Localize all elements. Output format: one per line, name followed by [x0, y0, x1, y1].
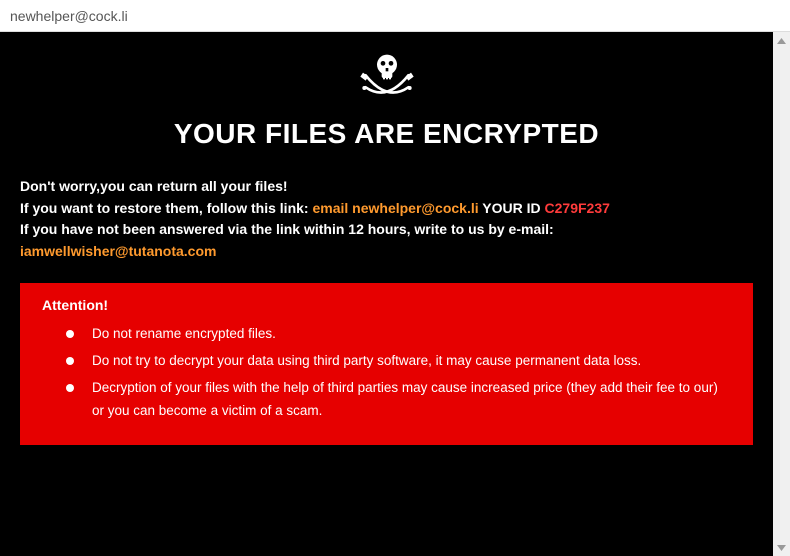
scroll-down-icon[interactable]: [773, 539, 790, 556]
line2-prefix: If you want to restore them, follow this…: [20, 200, 312, 216]
list-item: Do not rename encrypted files.: [72, 323, 731, 346]
scroll-up-icon[interactable]: [773, 32, 790, 49]
contact-email-link: email newhelper@cock.li: [312, 200, 478, 216]
attention-title: Attention!: [42, 297, 731, 313]
content-wrap: YOUR FILES ARE ENCRYPTED Don't worry,you…: [0, 32, 790, 556]
list-item: Decryption of your files with the help o…: [72, 377, 731, 423]
main-heading: YOUR FILES ARE ENCRYPTED: [20, 118, 753, 150]
attention-box: Attention! Do not rename encrypted files…: [20, 283, 753, 445]
intro-text: Don't worry,you can return all your file…: [20, 176, 753, 263]
app-window: newhelper@cock.li: [0, 0, 790, 556]
intro-line-3: If you have not been answered via the li…: [20, 219, 753, 262]
intro-line-2: If you want to restore them, follow this…: [20, 198, 753, 220]
window-title: newhelper@cock.li: [10, 8, 128, 24]
secondary-email: iamwellwisher@tutanota.com: [20, 243, 216, 259]
ransom-note: YOUR FILES ARE ENCRYPTED Don't worry,you…: [0, 32, 773, 556]
line3-prefix: If you have not been answered via the li…: [20, 221, 554, 237]
titlebar: newhelper@cock.li: [0, 0, 790, 32]
your-id: C279F237: [545, 200, 610, 216]
line2-mid: YOUR ID: [479, 200, 545, 216]
attention-list: Do not rename encrypted files. Do not tr…: [42, 323, 731, 423]
list-item: Do not try to decrypt your data using th…: [72, 350, 731, 373]
skull-swords-icon: [20, 50, 753, 110]
intro-line-1: Don't worry,you can return all your file…: [20, 176, 753, 198]
vertical-scrollbar[interactable]: [773, 32, 790, 556]
